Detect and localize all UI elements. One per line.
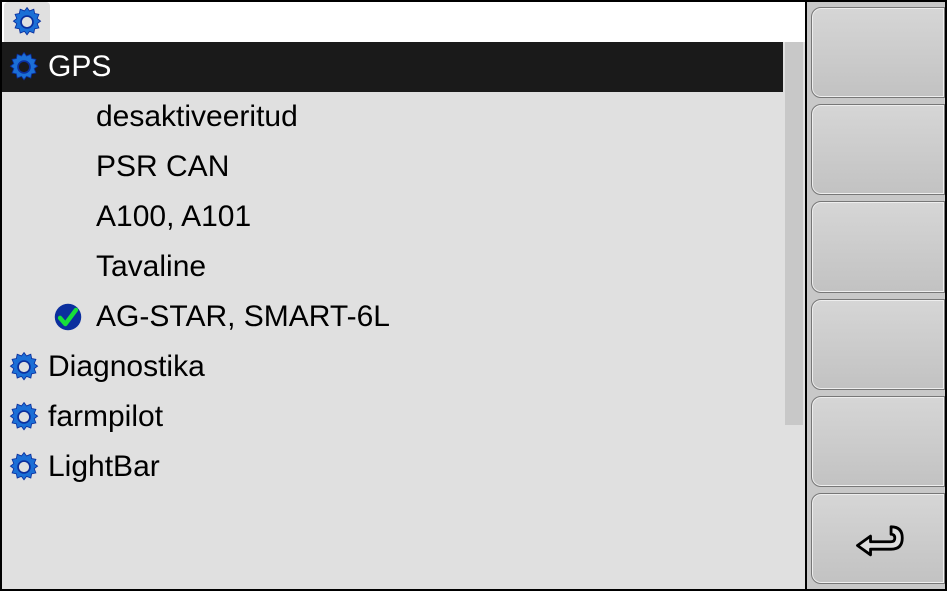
header-tab — [4, 2, 50, 42]
menu-item-label: LightBar — [44, 450, 160, 484]
list-area: GPS desaktiveeritud PSR CAN A100, A101 T… — [2, 42, 805, 589]
list-inner: GPS desaktiveeritud PSR CAN A100, A101 T… — [2, 42, 783, 589]
gear-icon — [4, 50, 44, 84]
scrollbar-thumb[interactable] — [785, 42, 803, 425]
option-label: AG-STAR, SMART-6L — [92, 300, 390, 334]
side-btn-3[interactable] — [811, 201, 945, 292]
scrollbar[interactable] — [783, 42, 805, 589]
side-btn-1[interactable] — [811, 7, 945, 98]
side-btn-back[interactable] — [811, 493, 945, 584]
gps-option-ag-star[interactable]: AG-STAR, SMART-6L — [2, 292, 783, 342]
menu-item-gps[interactable]: GPS — [2, 42, 783, 92]
menu-item-lightbar[interactable]: LightBar — [2, 442, 783, 492]
menu-item-diagnostika[interactable]: Diagnostika — [2, 342, 783, 392]
gps-option-psr-can[interactable]: PSR CAN — [2, 142, 783, 192]
back-icon — [850, 519, 906, 557]
main-panel: GPS desaktiveeritud PSR CAN A100, A101 T… — [2, 2, 805, 589]
gps-option-tavaline[interactable]: Tavaline — [2, 242, 783, 292]
side-btn-4[interactable] — [811, 299, 945, 390]
side-btn-5[interactable] — [811, 396, 945, 487]
gear-icon — [4, 450, 44, 484]
menu-item-label: GPS — [44, 50, 111, 84]
menu-item-farmpilot[interactable]: farmpilot — [2, 392, 783, 442]
check-icon — [44, 302, 92, 332]
gear-icon — [10, 5, 44, 39]
side-btn-2[interactable] — [811, 104, 945, 195]
gps-option-desaktiveeritud[interactable]: desaktiveeritud — [2, 92, 783, 142]
menu-item-label: Diagnostika — [44, 350, 205, 384]
header-row — [2, 2, 805, 42]
option-label: Tavaline — [92, 250, 206, 284]
gear-icon — [4, 350, 44, 384]
option-label: desaktiveeritud — [92, 100, 298, 134]
option-label: PSR CAN — [92, 150, 229, 184]
gear-icon — [4, 400, 44, 434]
gps-option-a100-a101[interactable]: A100, A101 — [2, 192, 783, 242]
menu-item-label: farmpilot — [44, 400, 163, 434]
side-panel — [805, 2, 945, 589]
option-label: A100, A101 — [92, 200, 251, 234]
